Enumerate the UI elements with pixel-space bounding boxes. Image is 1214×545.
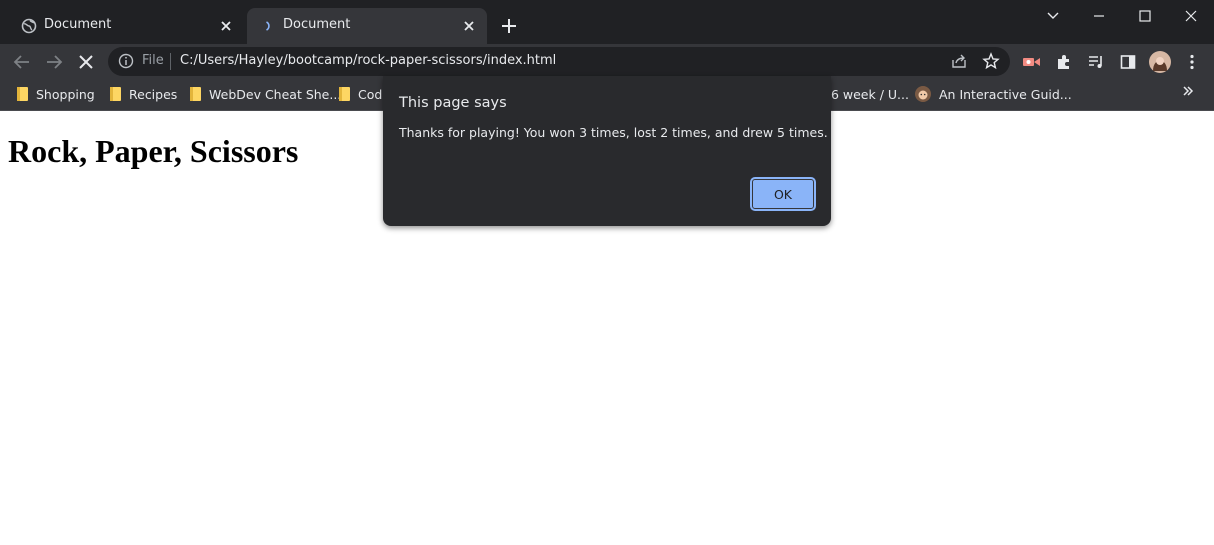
folder-icon xyxy=(190,87,201,101)
bookmark-folder-shopping[interactable]: Shopping xyxy=(17,84,95,104)
playlist-music-icon xyxy=(1089,56,1102,68)
stop-loading-button[interactable] xyxy=(72,48,100,76)
close-window-button[interactable] xyxy=(1168,0,1214,32)
tab-strip: Document Document xyxy=(0,0,1214,44)
tab-document-inactive[interactable]: Document xyxy=(8,8,244,44)
media-controls-button[interactable] xyxy=(1082,48,1110,76)
bookmark-label: Recipes xyxy=(129,86,178,102)
info-icon[interactable] xyxy=(118,53,134,69)
page-title: Rock, Paper, Scissors xyxy=(8,133,299,169)
divider xyxy=(170,53,171,70)
puzzle-icon xyxy=(1058,55,1069,69)
bookmark-star-icon[interactable] xyxy=(982,52,1000,70)
bookmark-16-week[interactable]: 16 week / U... xyxy=(823,84,909,104)
maximize-button[interactable] xyxy=(1122,0,1168,32)
arrow-right-icon xyxy=(47,55,63,69)
bookmark-folder-codi[interactable]: Codi xyxy=(339,84,386,104)
bookmarks-overflow-button[interactable] xyxy=(1182,85,1194,101)
forward-button[interactable] xyxy=(40,48,68,76)
extensions-button[interactable] xyxy=(1050,48,1078,76)
bookmark-label: Codi xyxy=(358,86,386,102)
avatar xyxy=(1149,51,1171,73)
double-chevron-right-icon xyxy=(1183,86,1194,96)
globe-icon xyxy=(21,18,37,34)
screen-recorder-extension-button[interactable] xyxy=(1018,48,1046,76)
minimize-button[interactable] xyxy=(1076,0,1122,32)
close-icon xyxy=(1185,10,1197,22)
share-icon[interactable] xyxy=(950,52,968,70)
more-vertical-icon xyxy=(1190,54,1194,70)
folder-icon xyxy=(110,87,121,101)
profile-button[interactable] xyxy=(1146,48,1174,76)
bookmark-folder-webdev[interactable]: WebDev Cheat She... xyxy=(190,84,341,104)
close-icon[interactable] xyxy=(216,16,236,36)
tab-title: Document xyxy=(44,17,112,32)
side-panel-icon xyxy=(1120,55,1136,69)
video-recorder-icon xyxy=(1023,58,1040,66)
arrow-left-icon xyxy=(13,55,29,69)
folder-icon xyxy=(17,87,28,101)
maximize-icon xyxy=(1139,10,1151,22)
bookmark-label: Shopping xyxy=(36,86,95,102)
browser-toolbar: File C:/Users/Hayley/bootcamp/rock-paper… xyxy=(0,44,1214,78)
address-bar[interactable]: File C:/Users/Hayley/bootcamp/rock-paper… xyxy=(108,47,1010,76)
chevron-down-icon xyxy=(1047,12,1059,19)
url-text[interactable]: C:/Users/Hayley/bootcamp/rock-paper-scis… xyxy=(180,53,556,68)
loading-spinner-icon xyxy=(260,18,276,34)
back-button[interactable] xyxy=(8,48,36,76)
close-icon xyxy=(79,55,93,69)
ok-button[interactable]: OK xyxy=(750,177,816,211)
side-panel-button[interactable] xyxy=(1114,48,1142,76)
bookmark-label: WebDev Cheat She... xyxy=(209,86,342,102)
bookmark-label: An Interactive Guid... xyxy=(939,86,1072,102)
bookmark-label: 16 week / U... xyxy=(823,86,909,102)
folder-icon xyxy=(339,87,350,101)
bookmark-folder-recipes[interactable]: Recipes xyxy=(110,84,177,104)
alert-dialog: This page says Thanks for playing! You w… xyxy=(383,76,831,226)
tab-search-button[interactable] xyxy=(1030,0,1076,32)
dialog-title: This page says xyxy=(399,95,507,111)
minimize-icon xyxy=(1094,15,1104,17)
dialog-message: Thanks for playing! You won 3 times, los… xyxy=(399,125,828,140)
menu-button[interactable] xyxy=(1178,48,1206,76)
avatar-favicon-icon xyxy=(915,86,931,102)
scheme-label: File xyxy=(142,53,164,68)
new-tab-button[interactable] xyxy=(496,14,522,38)
tab-title: Document xyxy=(283,17,351,32)
tab-document-active[interactable]: Document xyxy=(247,8,487,44)
close-icon[interactable] xyxy=(459,16,479,36)
bookmark-interactive-guide[interactable]: An Interactive Guid... xyxy=(915,84,1072,104)
